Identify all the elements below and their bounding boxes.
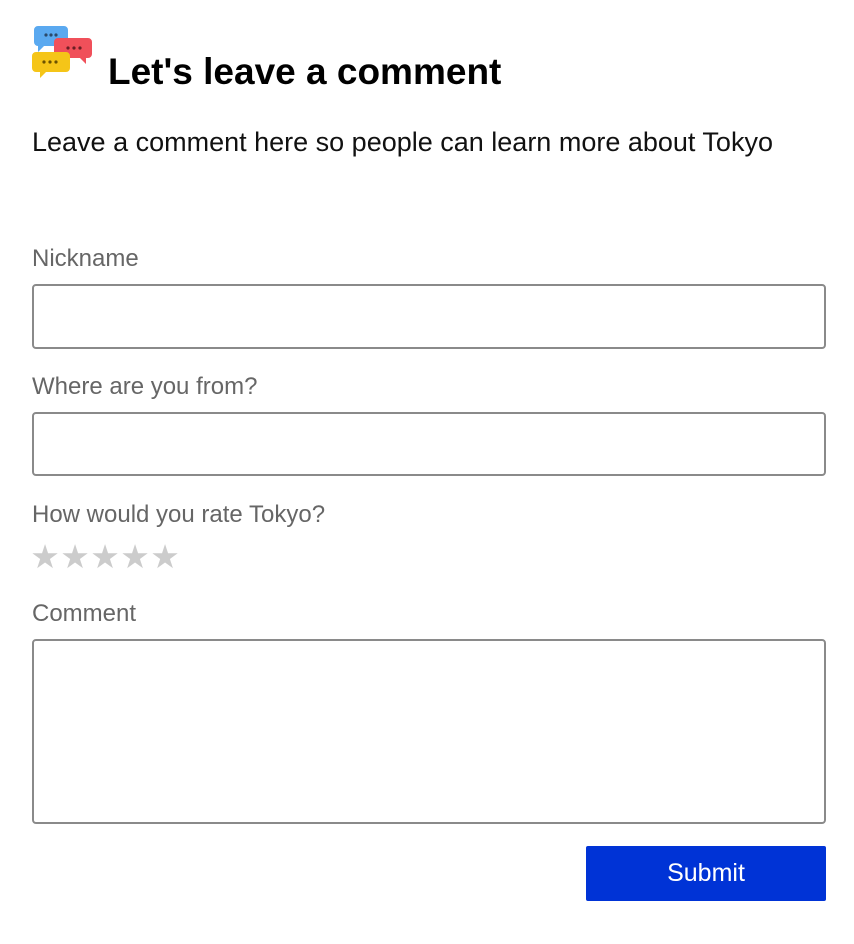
nickname-input[interactable]	[32, 284, 826, 349]
star-icon-5[interactable]: ★	[150, 537, 180, 577]
star-rating[interactable]: ★ ★ ★ ★ ★	[30, 537, 180, 577]
star-icon-1[interactable]: ★	[30, 537, 60, 577]
comment-label: Comment	[32, 600, 137, 627]
star-icon-4[interactable]: ★	[120, 537, 150, 577]
page-header: Let's leave a comment	[32, 24, 822, 92]
origin-input[interactable]	[32, 412, 826, 476]
submit-button[interactable]: Submit	[586, 846, 826, 901]
comment-textarea[interactable]	[32, 639, 826, 824]
nickname-label: Nickname	[32, 245, 139, 272]
page-title: Let's leave a comment	[108, 51, 502, 92]
rating-label: How would you rate Tokyo?	[32, 501, 326, 528]
intro-text: Leave a comment here so people can learn…	[32, 127, 773, 157]
star-icon-2[interactable]: ★	[60, 537, 90, 577]
origin-label: Where are you from?	[32, 373, 258, 400]
star-icon-3[interactable]: ★	[90, 537, 120, 577]
chat-bubbles-icon	[32, 26, 92, 78]
